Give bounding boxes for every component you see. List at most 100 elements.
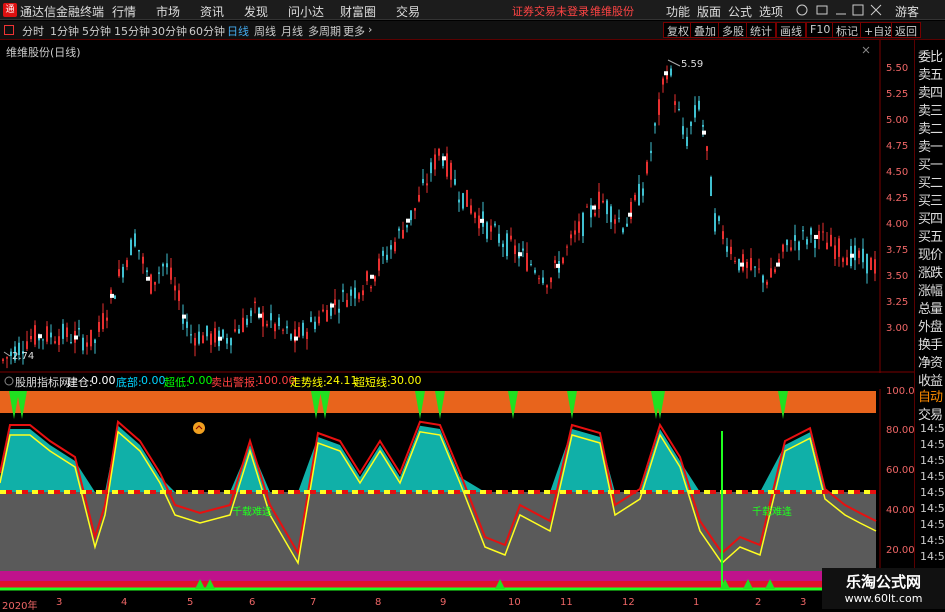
side-label[interactable]: 换手 bbox=[918, 334, 943, 353]
x-tick: 5 bbox=[187, 597, 194, 608]
ind-tick: 20.00 bbox=[886, 545, 915, 556]
candle-body bbox=[354, 287, 356, 299]
tool-multi-stock[interactable]: 多股 bbox=[718, 22, 748, 38]
candle-body bbox=[494, 223, 496, 226]
side-label[interactable]: 买二 bbox=[918, 172, 943, 191]
guest-label[interactable]: 游客 bbox=[895, 3, 919, 20]
maximize-icon[interactable] bbox=[852, 4, 864, 16]
period-tab-weekly[interactable]: 周线 bbox=[254, 23, 276, 39]
menu-news[interactable]: 资讯 bbox=[200, 3, 224, 20]
period-tab-daily[interactable]: 日线 bbox=[227, 23, 249, 39]
candle-body bbox=[662, 78, 664, 85]
candle-body bbox=[510, 235, 512, 240]
kline-chart[interactable] bbox=[0, 40, 914, 373]
indicator-toggle-icon[interactable] bbox=[4, 376, 14, 386]
tool-back[interactable]: 返回 bbox=[891, 22, 921, 38]
menu-market[interactable]: 市场 bbox=[156, 3, 180, 20]
candle-body bbox=[290, 334, 292, 340]
price-marker bbox=[664, 71, 668, 76]
tool-draw[interactable]: 画线 bbox=[776, 22, 806, 38]
login-status[interactable]: 证券交易未登录 bbox=[512, 3, 589, 19]
side-label-auto[interactable]: 自动 bbox=[918, 386, 943, 405]
candle-body bbox=[238, 329, 240, 334]
menu-trade[interactable]: 交易 bbox=[396, 3, 420, 20]
menu-quotes[interactable]: 行情 bbox=[112, 3, 136, 20]
candle-body bbox=[650, 150, 652, 154]
price-marker bbox=[294, 336, 298, 341]
side-label[interactable]: 涨幅 bbox=[918, 280, 943, 299]
candle-body bbox=[78, 327, 80, 330]
side-label[interactable]: 涨跌 bbox=[918, 262, 943, 281]
menu-wealth[interactable]: 财富圈 bbox=[340, 3, 376, 20]
candle-body bbox=[686, 136, 688, 146]
side-label[interactable]: 委比 bbox=[918, 46, 943, 65]
period-tab-multi[interactable]: 多周期 bbox=[308, 23, 341, 39]
time-label: 14:56 bbox=[920, 534, 945, 547]
help-icon[interactable] bbox=[795, 4, 809, 16]
menu-layout[interactable]: 版面 bbox=[697, 3, 721, 20]
time-label: 14:56 bbox=[920, 454, 945, 467]
price-marker bbox=[702, 130, 706, 135]
side-label[interactable]: 总量 bbox=[918, 298, 943, 317]
side-label[interactable]: 现价 bbox=[918, 244, 943, 263]
more-chevron-icon[interactable]: › bbox=[368, 23, 372, 36]
ind-tick: 40.00 bbox=[886, 505, 915, 516]
price-marker bbox=[592, 205, 596, 210]
side-label[interactable]: 卖二 bbox=[918, 118, 943, 137]
period-tab-60min[interactable]: 60分钟 bbox=[189, 23, 225, 39]
expand-icon[interactable] bbox=[4, 25, 14, 35]
side-label[interactable]: 买一 bbox=[918, 154, 943, 173]
menu-function[interactable]: 功能 bbox=[666, 3, 690, 20]
skin-icon[interactable] bbox=[815, 4, 829, 16]
candle-body bbox=[46, 326, 48, 342]
price-tick: 4.50 bbox=[886, 167, 909, 178]
side-label[interactable]: 买三 bbox=[918, 190, 943, 209]
menu-ask[interactable]: 问小达 bbox=[288, 3, 324, 20]
tool-overlay[interactable]: 叠加 bbox=[690, 22, 720, 38]
tool-f10[interactable]: F10 bbox=[806, 22, 835, 38]
period-tab-intraday[interactable]: 分时 bbox=[22, 23, 44, 39]
tool-adjust[interactable]: 复权 bbox=[663, 22, 693, 38]
side-label[interactable]: 卖四 bbox=[918, 82, 943, 101]
period-tab-5min[interactable]: 5分钟 bbox=[82, 23, 111, 39]
side-label[interactable]: 卖一 bbox=[918, 136, 943, 155]
candle-body bbox=[498, 233, 500, 243]
watermark-title: 乐淘公式网 bbox=[845, 573, 921, 591]
candle-body bbox=[154, 281, 156, 285]
menu-discover[interactable]: 发现 bbox=[244, 3, 268, 20]
period-tab-monthly[interactable]: 月线 bbox=[281, 23, 303, 39]
candle-body bbox=[122, 266, 124, 278]
side-label[interactable]: 外盘 bbox=[918, 316, 943, 335]
side-label[interactable]: 卖五 bbox=[918, 64, 943, 83]
time-label: 14:56 bbox=[920, 486, 945, 499]
tool-mark[interactable]: 标记 bbox=[832, 22, 862, 38]
period-tab-30min[interactable]: 30分钟 bbox=[151, 23, 187, 39]
candle-body bbox=[406, 224, 408, 228]
up-arrow-icon bbox=[193, 422, 205, 434]
side-label[interactable]: 净资 bbox=[918, 352, 943, 371]
indicator-chart[interactable] bbox=[0, 389, 914, 609]
tool-stats[interactable]: 统计 bbox=[746, 22, 776, 38]
side-label-trade[interactable]: 交易 bbox=[918, 404, 943, 423]
period-tab-15min[interactable]: 15分钟 bbox=[114, 23, 150, 39]
candle-body bbox=[874, 259, 876, 274]
minimize-icon[interactable] bbox=[835, 4, 847, 16]
period-tab-1min[interactable]: 1分钟 bbox=[50, 23, 79, 39]
period-tab-more[interactable]: 更多 bbox=[343, 23, 365, 39]
candle-body bbox=[86, 342, 88, 347]
stock-name: 维维股份 bbox=[590, 5, 634, 18]
side-label[interactable]: 买五 bbox=[918, 226, 943, 245]
candle-body bbox=[138, 249, 140, 252]
candle-body bbox=[542, 277, 544, 284]
x-tick: 7 bbox=[310, 597, 317, 608]
price-tick: 3.75 bbox=[886, 245, 909, 256]
candle-body bbox=[322, 309, 324, 312]
side-label[interactable]: 卖三 bbox=[918, 100, 943, 119]
menu-formula[interactable]: 公式 bbox=[728, 3, 752, 20]
time-label: 14:56 bbox=[920, 422, 945, 435]
time-label: 14:56 bbox=[920, 502, 945, 515]
side-label[interactable]: 买四 bbox=[918, 208, 943, 227]
close-icon[interactable] bbox=[870, 4, 882, 16]
menu-options[interactable]: 选项 bbox=[759, 3, 783, 20]
price-marker bbox=[776, 262, 780, 267]
